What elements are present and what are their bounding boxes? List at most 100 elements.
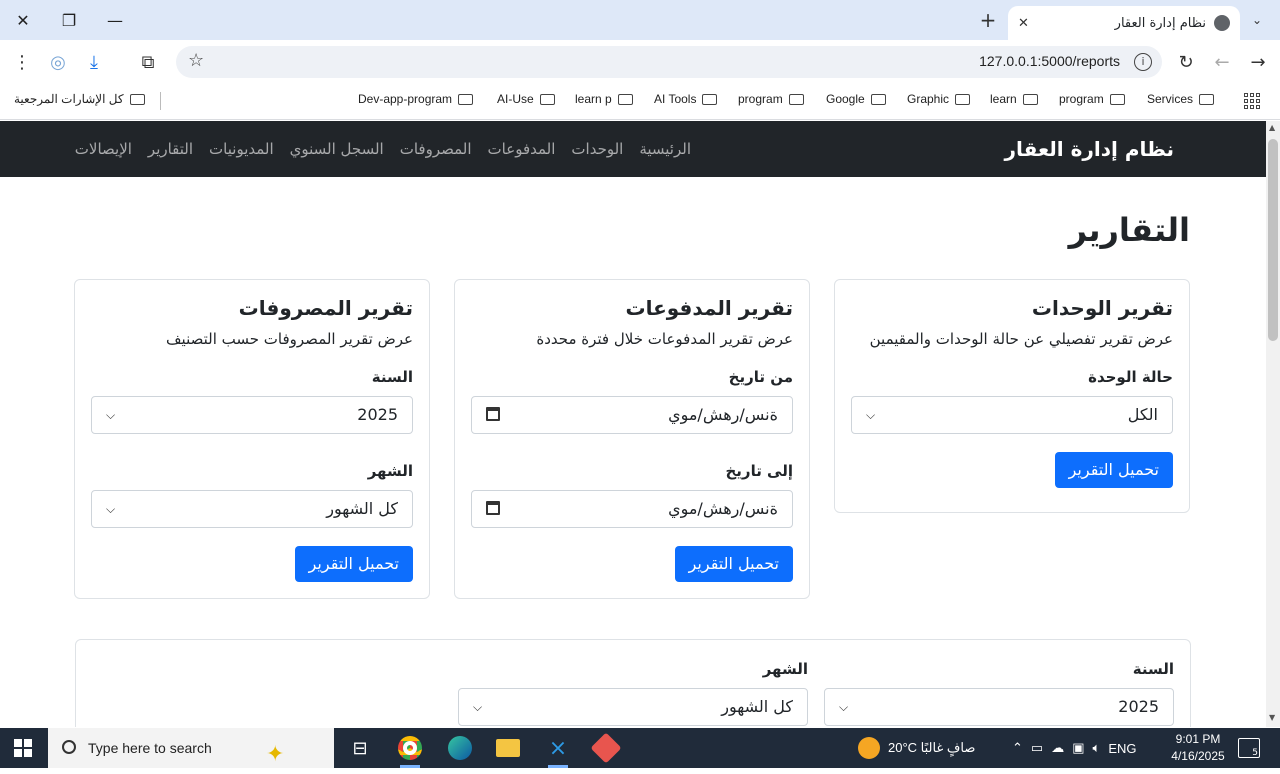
nav-annual-log[interactable]: السجل السنوي [290,140,384,158]
unit-status-select[interactable]: الكل ⌵ [851,396,1173,434]
bookmarks-divider [160,92,161,110]
nav-payments[interactable]: المدفوعات [488,140,556,158]
bookmark-item[interactable]: AI Tools [654,92,718,106]
scroll-down-icon[interactable]: ▼ [1269,713,1275,722]
battery-icon[interactable]: ▭ [1031,740,1043,756]
restore-window-icon[interactable]: ❐ [46,0,92,40]
nav-expenses[interactable]: المصروفات [400,140,472,158]
nav-units[interactable]: الوحدات [571,140,623,158]
to-date-input[interactable]: ةنس/رهش/موي [471,490,793,528]
close-window-icon[interactable]: ✕ [0,0,46,40]
bookmark-label: learn p [575,92,612,106]
from-date-value: ةنس/رهش/موي [668,405,778,424]
expenses-year-select[interactable]: 2025 ⌵ [91,396,413,434]
folder-icon [617,93,633,105]
folder-icon [1022,93,1038,105]
bookmark-item[interactable]: Dev-app-program [358,92,474,106]
all-bookmarks[interactable]: كل الإشارات المرجعية [14,92,145,106]
notifications-icon[interactable]: 5 [1238,738,1260,758]
download-icon[interactable]: ⤓ [78,46,110,78]
vscode-app-icon[interactable]: ⨯ [536,732,580,768]
bookmark-item[interactable]: AI-Use [497,92,555,106]
expenses-download-button[interactable]: تحميل التقرير [294,546,413,582]
url-text[interactable]: 127.0.0.1:5000/reports [979,53,1120,69]
folder-icon [955,93,971,105]
filter-year-select[interactable]: 2025 ⌵ [824,688,1174,726]
network-icon[interactable]: ▣ [1072,740,1084,756]
expenses-year-value: 2025 [357,405,398,424]
bookmark-item[interactable]: Google [826,92,886,106]
minimize-window-icon[interactable]: — [92,0,138,40]
bookmark-label: AI Tools [654,92,697,106]
filter-month-value: كل الشهور [721,697,793,716]
units-report-title: تقرير الوحدات [1031,296,1173,320]
bookmark-label: program [1059,92,1104,106]
page-title: التقارير [1068,211,1190,249]
nav-receipts[interactable]: الإيصالات [75,140,132,158]
page-scrollbar[interactable]: ▲ ▼ [1266,121,1280,727]
folder-icon [539,93,555,105]
reload-icon[interactable]: ↻ [1170,46,1202,78]
tab-search-chevron-icon[interactable]: ⌄ [1244,8,1270,32]
browser-toolbar: ⋮ ◎ ⤓ ⧉ ☆ 127.0.0.1:5000/reports i ↻ ← → [0,40,1280,84]
expenses-report-card: تقرير المصروفات عرض تقرير المصروفات حسب … [74,279,430,599]
bookmark-item[interactable]: Services [1147,92,1215,106]
chevron-up-icon[interactable]: ⌃ [1012,740,1023,756]
filter-month-select[interactable]: كل الشهور ⌵ [458,688,808,726]
scroll-up-icon[interactable]: ▲ [1269,123,1275,132]
volume-icon[interactable]: 🔈︎ [1093,740,1101,756]
all-bookmarks-label: كل الإشارات المرجعية [14,92,124,106]
site-info-icon[interactable]: i [1134,53,1152,71]
payments-download-button[interactable]: تحميل التقرير [674,546,793,582]
taskbar-clock[interactable]: 9:01 PM 4/16/2025 [1168,731,1228,765]
clock-time: 9:01 PM [1175,732,1221,746]
chevron-down-icon: ⌵ [866,408,876,422]
bookmark-item[interactable]: program [1059,92,1125,106]
cloud-icon[interactable]: ☁ [1051,740,1064,756]
folder-icon [702,93,718,105]
bookmark-item[interactable]: Graphic [907,92,971,106]
filter-card: السنة 2025 ⌵ الشهر كل الشهور ⌵ [75,639,1191,727]
payments-report-title: تقرير المدفوعات [625,296,794,320]
bookmark-star-icon[interactable]: ☆ [188,50,204,71]
nav-links: الرئيسية الوحدات المدفوعات المصروفات الس… [59,140,691,158]
site-brand[interactable]: نظام إدارة العقار [1005,137,1174,161]
bookmark-item[interactable]: learn [990,92,1038,106]
file-explorer-icon[interactable] [486,732,530,764]
taskbar-search[interactable]: Type here to search ✦ [48,728,334,768]
apps-grid-icon[interactable] [1244,93,1260,109]
units-download-button[interactable]: تحميل التقرير [1054,452,1173,488]
bookmark-item[interactable]: learn p [575,92,633,106]
language-indicator[interactable]: ENG [1108,741,1136,756]
browser-tab[interactable]: نظام إدارة العقار ✕ [1008,6,1240,40]
folder-icon [1109,93,1125,105]
menu-dots-icon[interactable]: ⋮ [6,46,38,78]
expenses-month-value: كل الشهور [326,499,398,518]
globe-icon [1214,15,1230,31]
scrollbar-thumb[interactable] [1268,139,1278,341]
close-tab-icon[interactable]: ✕ [1018,16,1029,31]
address-bar[interactable]: ☆ 127.0.0.1:5000/reports i [176,46,1162,78]
new-tab-button[interactable]: + [976,8,1000,32]
nav-home[interactable]: الرئيسية [639,140,691,158]
bookmark-item[interactable]: program [738,92,804,106]
extensions-icon[interactable]: ⧉ [132,46,164,78]
weather-widget[interactable]: 20°C صافٍ غالبًا [858,728,975,768]
search-icon [62,740,76,754]
calendar-icon[interactable] [486,501,500,515]
from-date-input[interactable]: ةنس/رهش/موي [471,396,793,434]
edge-app-icon[interactable] [438,732,482,764]
calendar-icon[interactable] [486,407,500,421]
chevron-down-icon: ⌵ [473,700,483,714]
nav-debts[interactable]: المديونيات [209,140,274,158]
copilot-sparkle-icon: ✦ [266,741,285,766]
windows-start-icon[interactable] [14,739,32,757]
expenses-month-select[interactable]: كل الشهور ⌵ [91,490,413,528]
nav-reports[interactable]: التقارير [148,140,193,158]
git-app-icon[interactable] [584,732,628,764]
back-arrow-icon[interactable]: ← [1206,46,1238,78]
task-view-icon[interactable]: ⊟ [338,732,382,764]
profile-icon[interactable]: ◎ [42,46,74,78]
chrome-app-icon[interactable] [388,732,432,768]
forward-arrow-icon[interactable]: → [1242,46,1274,78]
